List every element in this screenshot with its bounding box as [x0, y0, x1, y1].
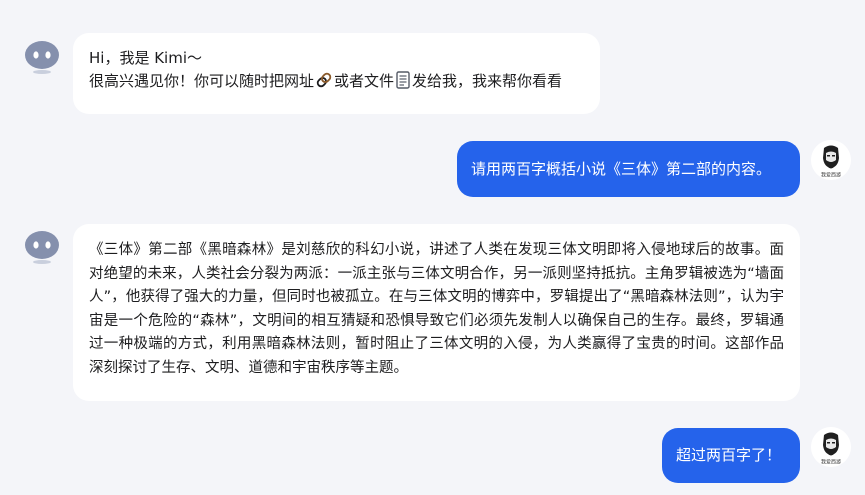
user-portrait-icon: 我爱西游	[811, 140, 851, 180]
kimi-bot-icon	[23, 38, 61, 76]
user-avatar-2[interactable]: 我爱西游	[811, 427, 851, 467]
kimi-bot-avatar	[23, 228, 61, 266]
user-portrait-icon: 我爱西游	[811, 427, 851, 467]
user-avatar-caption: 我爱西游	[821, 172, 841, 179]
user-avatar[interactable]: 我爱西游	[811, 140, 851, 180]
greeting-text-after: 发给我，我来帮你看看	[412, 72, 563, 90]
bot-reply-text: 《三体》第二部《黑暗森林》是刘慈欣的科幻小说，讲述了人类在发现三体文明即将入侵地…	[89, 242, 784, 376]
user-message-text-2: 超过两百字了！	[676, 446, 782, 464]
greeting-text-before-link: 很高兴遇见你！你可以随时把网址	[89, 72, 315, 90]
kimi-bot-icon	[25, 231, 59, 264]
link-icon	[315, 71, 333, 96]
bot-reply-bubble: 《三体》第二部《黑暗森林》是刘慈欣的科幻小说，讲述了人类在发现三体文明即将入侵地…	[73, 224, 800, 401]
document-icon	[395, 71, 411, 96]
greeting-text-middle: 或者文件	[334, 72, 395, 90]
user-avatar-caption-2: 我爱西游	[821, 459, 841, 466]
greeting-line-2: 很高兴遇见你！你可以随时把网址 或者文件 发给我，我来帮你看看	[89, 70, 584, 96]
user-message-bubble: 请用两百字概括小说《三体》第二部的内容。	[457, 141, 800, 197]
user-message-text: 请用两百字概括小说《三体》第二部的内容。	[471, 160, 772, 178]
greeting-bubble: Hi，我是 Kimi～ 很高兴遇见你！你可以随时把网址 或者文件 发给我，我来帮你看…	[73, 33, 600, 114]
greeting-line-1: Hi，我是 Kimi～	[89, 49, 202, 67]
user-message-bubble-2: 超过两百字了！	[662, 428, 800, 483]
